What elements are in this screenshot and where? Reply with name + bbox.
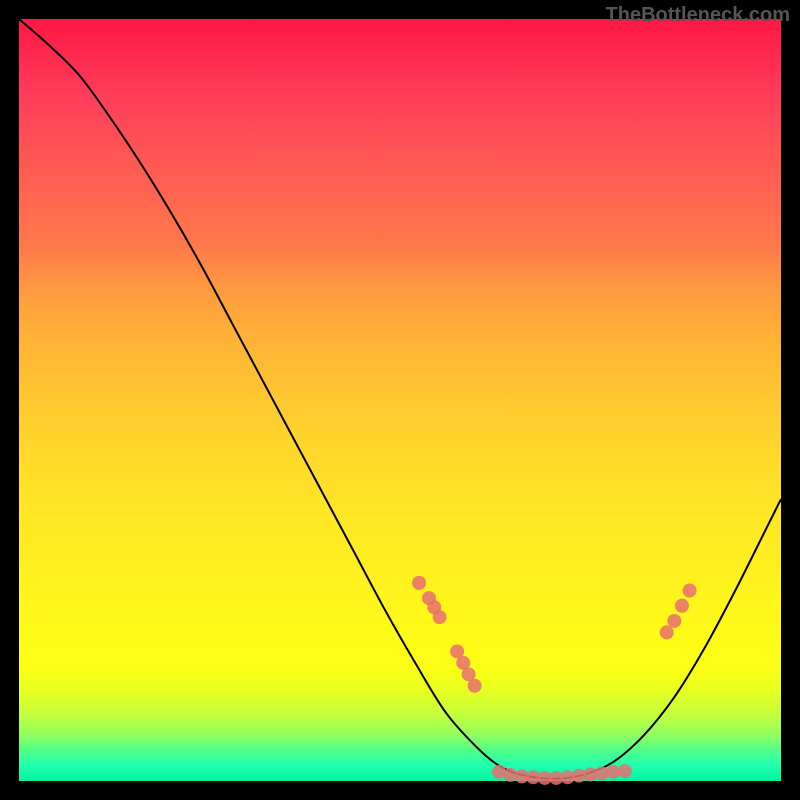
data-marker (433, 610, 447, 624)
data-marker (468, 679, 482, 693)
data-marker (660, 625, 674, 639)
data-marker (683, 584, 697, 598)
chart-svg (19, 19, 781, 781)
chart-plot-area (19, 19, 781, 781)
bottleneck-curve (19, 19, 781, 779)
watermark-text: TheBottleneck.com (606, 4, 790, 27)
data-markers (412, 576, 697, 785)
data-marker (667, 614, 681, 628)
data-marker (412, 576, 426, 590)
data-marker (618, 764, 632, 778)
data-marker (675, 599, 689, 613)
